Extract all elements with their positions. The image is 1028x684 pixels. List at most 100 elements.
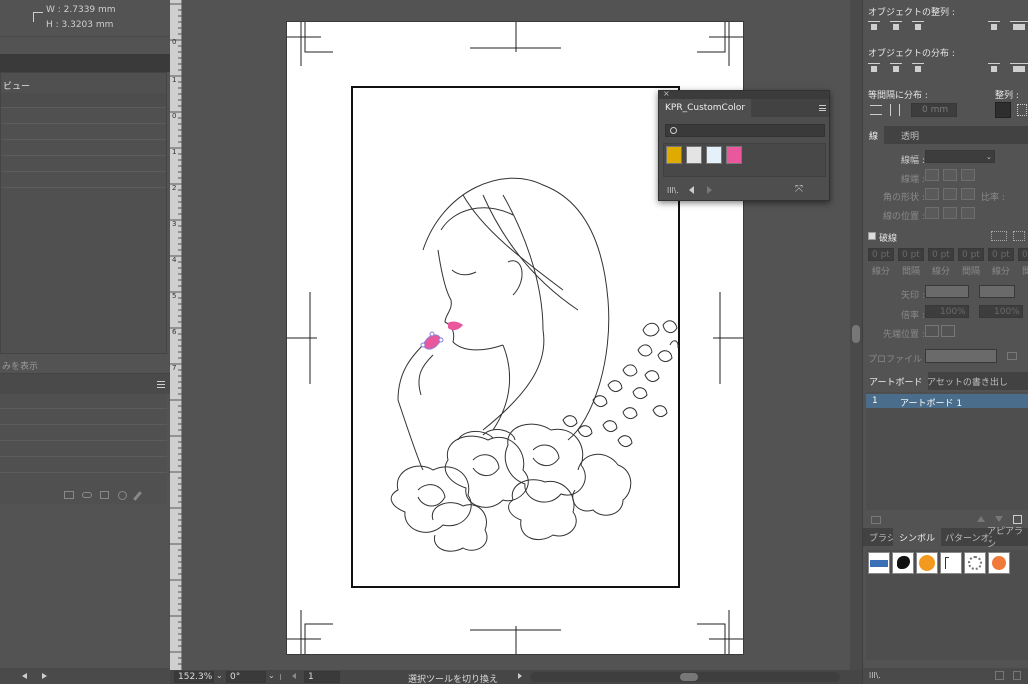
rotation-field[interactable]: 0° — [226, 671, 266, 683]
selected-petal[interactable] — [422, 334, 442, 350]
left-panel-tabbar[interactable] — [0, 54, 170, 72]
new-artboard-icon[interactable] — [1013, 515, 1022, 524]
align-to-selection-icon[interactable] — [1017, 104, 1027, 116]
align-button-icon[interactable] — [868, 21, 880, 32]
profile-flip-icon[interactable] — [1007, 352, 1017, 360]
align-to-artboard-icon[interactable] — [995, 102, 1011, 118]
artboards-tab[interactable]: アートボード — [863, 372, 929, 390]
color-swatch[interactable] — [686, 146, 702, 164]
dash-field[interactable]: 0 pt — [928, 248, 954, 261]
scroll-thumb[interactable] — [852, 325, 860, 343]
next-icon[interactable] — [707, 186, 712, 194]
rotation-chevron-icon[interactable]: ⌄ — [268, 671, 275, 680]
arrow-end-field[interactable] — [979, 285, 1015, 298]
horizontal-scroll-track[interactable] — [530, 672, 840, 682]
horizontal-scroll-thumb[interactable] — [680, 673, 698, 681]
align-button-icon[interactable] — [890, 21, 902, 32]
move-up-icon[interactable] — [977, 516, 985, 522]
symbol-library-icon[interactable]: lll\. — [869, 671, 881, 680]
panel-menu-icon[interactable] — [157, 381, 165, 388]
distribute-button-icon[interactable] — [890, 63, 902, 74]
stroke-option-icon[interactable] — [943, 207, 957, 219]
dash-field[interactable]: 0 pt — [988, 248, 1014, 261]
zoom-field[interactable]: 152.3% — [174, 671, 214, 683]
dash-field[interactable]: 0 pt — [868, 248, 894, 261]
scale-end-field[interactable]: 100% — [979, 305, 1023, 318]
symbol-ring[interactable] — [964, 552, 986, 574]
dash-adjust-icon-2[interactable] — [1013, 231, 1025, 241]
symbol-bracket[interactable] — [940, 552, 962, 574]
align-button-icon[interactable] — [1016, 21, 1028, 32]
delete-symbol-icon[interactable] — [1013, 671, 1021, 680]
asset-export-tab[interactable]: アセットの書き出し — [921, 372, 1014, 390]
artboard-row[interactable]: 1 アートボード 1 — [866, 394, 1028, 409]
color-swatch[interactable] — [726, 146, 742, 164]
kpr-search[interactable] — [665, 124, 825, 137]
prev-icon[interactable] — [689, 186, 694, 194]
distribute-button-icon[interactable] — [912, 63, 924, 74]
symbol-blue-banner[interactable] — [868, 552, 890, 574]
scale-start-field[interactable]: 100% — [925, 305, 969, 318]
show-only-label[interactable]: みを表示 — [2, 359, 38, 372]
move-down-icon[interactable] — [995, 516, 1003, 522]
panel-menu-icon[interactable] — [819, 105, 826, 111]
arrow-left-icon[interactable] — [22, 673, 27, 679]
stroke-weight-field[interactable]: ⌄ — [925, 150, 995, 163]
align-button-icon[interactable] — [988, 21, 1000, 32]
stroke-option-icon[interactable] — [943, 188, 957, 200]
kpr-titlebar[interactable]: × — [659, 89, 829, 99]
distribute-button-icon[interactable] — [1016, 63, 1028, 74]
arrow-place-icon[interactable] — [941, 325, 955, 337]
new-symbol-icon[interactable] — [995, 671, 1004, 680]
zoom-chevron-icon[interactable]: ⌄ — [216, 671, 223, 680]
arrow-start-field[interactable] — [925, 285, 969, 298]
close-icon[interactable]: × — [663, 89, 670, 98]
spacing-value-field[interactable]: 0 mm — [911, 103, 957, 117]
stroke-option-icon[interactable] — [961, 169, 975, 181]
stroke-option-icon[interactable] — [925, 169, 939, 181]
stroke-option-icon[interactable] — [925, 207, 939, 219]
stroke-tab[interactable]: 線 — [863, 126, 885, 144]
edit-icon[interactable] — [133, 491, 142, 501]
refresh-icon[interactable] — [118, 491, 127, 500]
ruler-label: 0 — [172, 112, 177, 120]
rearrange-icon[interactable] — [871, 516, 881, 524]
prev-artboard-icon[interactable] — [292, 673, 296, 679]
vertical-scrollbar[interactable] — [850, 0, 862, 670]
color-swatch[interactable] — [666, 146, 682, 164]
dash-field[interactable]: 0 pt — [1018, 248, 1028, 261]
symbol-tab[interactable]: シンボル — [893, 528, 942, 546]
library-icon[interactable]: lll\. — [667, 186, 679, 195]
relink-icon[interactable] — [100, 491, 109, 499]
symbol-flower[interactable] — [988, 552, 1010, 574]
arrow-tip-icon[interactable] — [925, 325, 939, 337]
settings-icon[interactable]: ⤧ — [795, 184, 803, 195]
symbol-splat[interactable] — [892, 552, 914, 574]
height-readout: H : 3.3203 mm — [46, 20, 114, 30]
status-menu-icon[interactable] — [518, 673, 522, 679]
stroke-option-icon[interactable] — [961, 188, 975, 200]
dist-spacing-h-icon[interactable] — [890, 104, 900, 116]
link-icon[interactable] — [82, 492, 92, 498]
distribute-button-icon[interactable] — [988, 63, 1000, 74]
artboard-number-field[interactable]: 1 — [304, 671, 340, 683]
profile-field[interactable] — [925, 349, 997, 363]
symbol-orange-button[interactable] — [916, 552, 938, 574]
transparency-tab[interactable]: 透明 — [895, 126, 925, 144]
align-button-icon[interactable] — [912, 21, 924, 32]
dash-adjust-icon-1[interactable] — [991, 231, 1007, 241]
color-swatch[interactable] — [706, 146, 722, 164]
stroke-option-icon[interactable] — [961, 207, 975, 219]
collect-icon[interactable] — [64, 491, 74, 499]
arrow-right-icon[interactable] — [42, 673, 47, 679]
appearance-tab[interactable]: アピアラン — [981, 527, 1028, 550]
dashed-checkbox[interactable] — [868, 232, 876, 240]
stroke-option-icon[interactable] — [943, 169, 957, 181]
dash-field[interactable]: 0 pt — [898, 248, 924, 261]
stroke-option-icon[interactable] — [925, 188, 939, 200]
kpr-tab[interactable]: KPR_CustomColor — [659, 99, 752, 117]
distribute-button-icon[interactable] — [868, 63, 880, 74]
first-artboard-icon[interactable] — [280, 674, 286, 680]
dist-spacing-v-icon[interactable] — [870, 105, 882, 115]
dash-field[interactable]: 0 pt — [958, 248, 984, 261]
